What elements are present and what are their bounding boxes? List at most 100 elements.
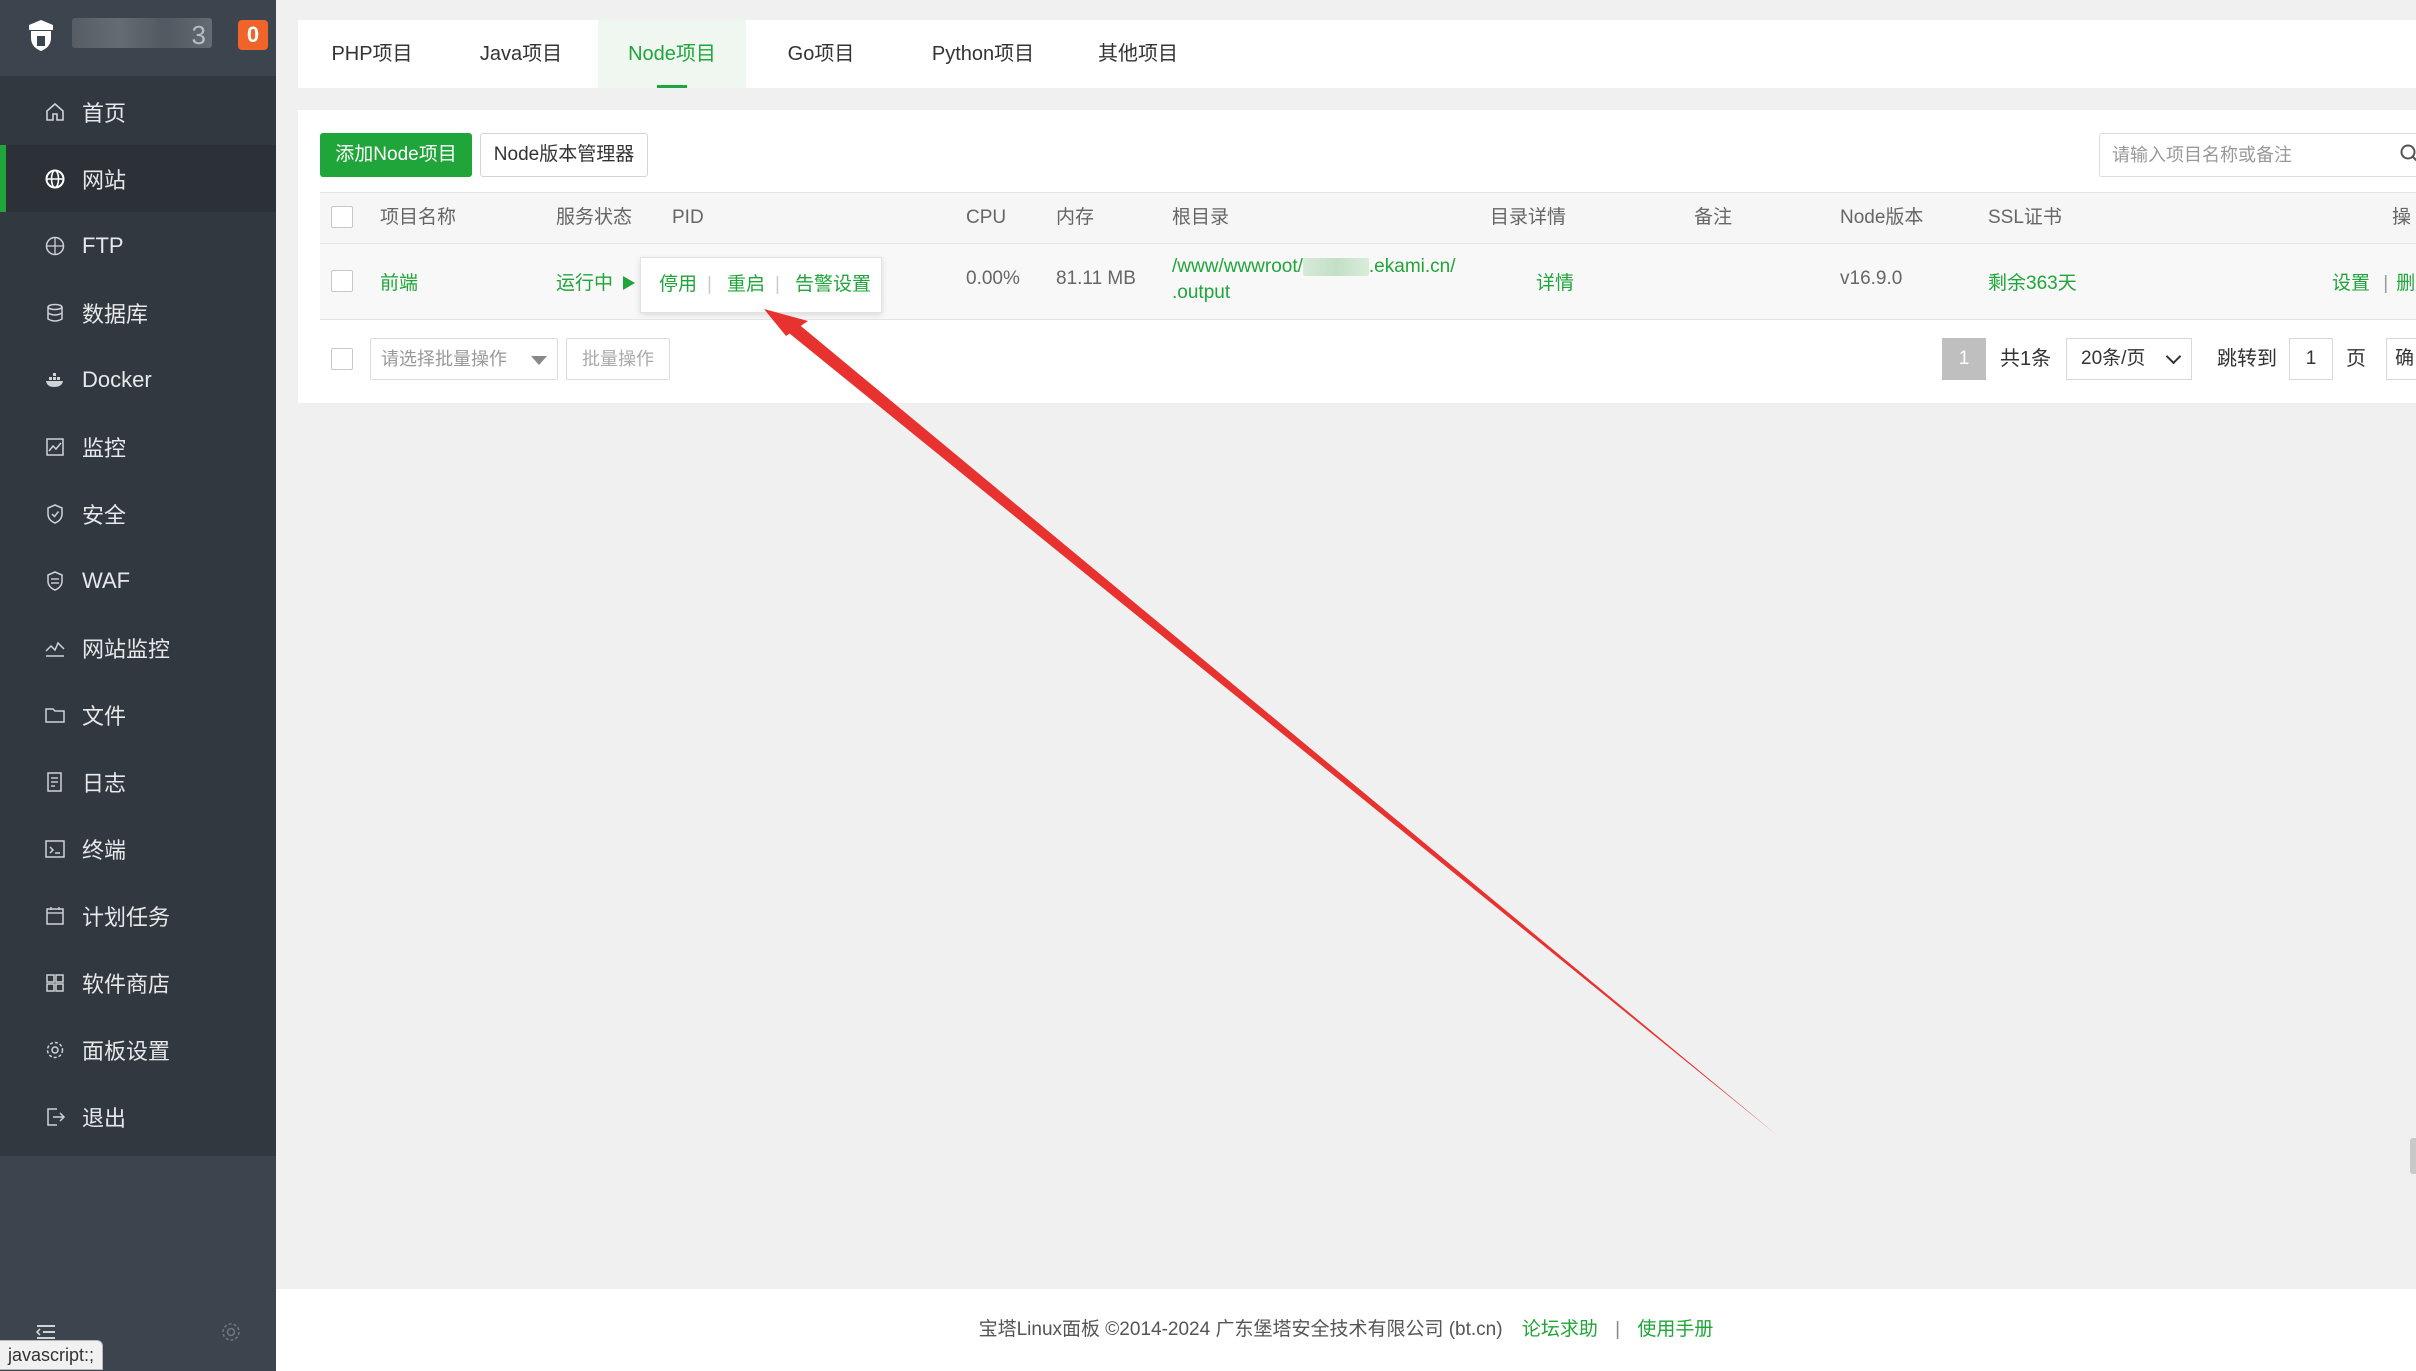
col-dir-detail: 目录详情 [1490, 207, 1567, 228]
node-version-manager-button[interactable]: Node版本管理器 [480, 133, 648, 177]
ssl-remaining-link[interactable]: 剩余363天 [1988, 268, 2077, 295]
delete-link[interactable]: 删 [2396, 273, 2415, 294]
sidebar-item-website[interactable]: 网站 [0, 145, 276, 212]
sidebar-item-label: 安全 [82, 502, 127, 528]
monitor-icon [44, 436, 66, 458]
sidebar-item-label: Docker [82, 366, 152, 392]
chevron-down-icon [2165, 348, 2182, 365]
tab-go[interactable]: Go项目 [746, 20, 896, 88]
sidebar-item-label: WAF [82, 567, 131, 593]
sidebar-item-security[interactable]: 安全 [0, 480, 276, 547]
tab-php[interactable]: PHP项目 [298, 20, 446, 88]
sidebar-item-logout[interactable]: 退出 [0, 1083, 276, 1150]
log-icon [44, 771, 66, 793]
sidebar-item-settings[interactable]: 面板设置 [0, 1016, 276, 1083]
root-path-link[interactable]: /www/wwwroot/ .ekami.cn/ .output [1172, 254, 1456, 306]
sidebar-item-label: 文件 [82, 703, 127, 729]
page-unit-label: 页 [2346, 348, 2366, 370]
memory-value: 81.11 MB [1056, 268, 1136, 289]
tab-other[interactable]: 其他项目 [1068, 20, 1208, 88]
footer-select-all-checkbox[interactable] [331, 348, 353, 370]
jump-confirm-button[interactable]: 确 [2386, 338, 2416, 380]
row-actions: 设置 | 删 [2332, 268, 2415, 295]
root-path-prefix: /www/wwwroot/ [1172, 256, 1303, 277]
sidebar-item-home[interactable]: 首页 [0, 78, 276, 145]
search-input[interactable]: 请输入项目名称或备注 [2099, 133, 2416, 177]
root-path-suffix: .ekami.cn/ [1368, 256, 1456, 277]
docker-icon [44, 369, 66, 391]
ftp-globe-icon [44, 235, 66, 257]
col-pid: PID [672, 207, 704, 228]
tab-java[interactable]: Java项目 [446, 20, 596, 88]
action-separator: | [2383, 273, 2389, 294]
sidebar-item-label: 面板设置 [82, 1038, 171, 1064]
col-node-version: Node版本 [1840, 207, 1924, 228]
jump-to-label: 跳转到 [2217, 348, 2277, 370]
sidebar-item-ftp[interactable]: FTP [0, 212, 276, 279]
pagination-current-page[interactable]: 1 [1942, 338, 1986, 380]
col-ssl: SSL证书 [1988, 207, 2062, 228]
sidebar-item-store[interactable]: 软件商店 [0, 949, 276, 1016]
manual-link[interactable]: 使用手册 [1637, 1319, 1713, 1340]
tab-node[interactable]: Node项目 [598, 20, 746, 88]
terminal-icon [44, 838, 66, 860]
page-size-value: 20条/页 [2081, 348, 2146, 369]
sidebar-item-site-monitor[interactable]: 网站监控 [0, 614, 276, 681]
service-status[interactable]: 运行中 [556, 268, 636, 295]
sidebar-item-monitor[interactable]: 监控 [0, 413, 276, 480]
sidebar-item-label: 终端 [82, 837, 127, 863]
batch-operation-button[interactable]: 批量操作 [566, 338, 670, 380]
pagination-total: 共1条 [2000, 348, 2052, 370]
stop-service-button[interactable]: 停用 [659, 258, 697, 312]
sidebar-item-label: 网站监控 [82, 636, 171, 662]
page-size-select[interactable]: 20条/页 [2066, 338, 2192, 380]
forum-link[interactable]: 论坛求助 [1522, 1319, 1598, 1340]
page-footer: 宝塔Linux面板 ©2014-2024 广东堡塔安全技术有限公司 (bt.cn… [276, 1289, 2416, 1371]
status-running-text: 运行中 [556, 273, 614, 294]
sidebar-item-label: FTP [82, 232, 124, 258]
shield-icon [44, 503, 66, 525]
tab-python[interactable]: Python项目 [898, 20, 1068, 88]
sidebar-item-database[interactable]: 数据库 [0, 279, 276, 346]
sidebar-item-cron[interactable]: 计划任务 [0, 882, 276, 949]
search-icon[interactable] [2399, 143, 2416, 165]
root-path-line1: /www/wwwroot/ .ekami.cn/ [1172, 254, 1456, 280]
sidebar-item-logs[interactable]: 日志 [0, 748, 276, 815]
project-tabs: PHP项目 Java项目 Node项目 Go项目 Python项目 其他项目 [298, 20, 2416, 88]
table-header: 项目名称 服务状态 PID CPU 内存 根目录 目录详情 备注 Node版本 … [320, 192, 2416, 244]
add-node-project-button[interactable]: 添加Node项目 [320, 133, 472, 177]
sidebar-item-label: 日志 [82, 770, 127, 796]
notification-badge[interactable]: 0 [238, 20, 268, 50]
sidebar-menu: 首页 网站 FTP 数据库 Docker 监控 安全 WAF 网站监控 文件 日… [0, 76, 276, 1156]
row-checkbox[interactable] [331, 270, 353, 292]
grid-icon [44, 972, 66, 994]
calendar-icon [44, 905, 66, 927]
sidebar-header: 3 0 [0, 0, 276, 72]
copyright-text: 宝塔Linux面板 ©2014-2024 广东堡塔安全技术有限公司 (bt.cn… [978, 1319, 1503, 1340]
globe-icon [44, 168, 66, 190]
cpu-value: 0.00% [966, 268, 1020, 289]
sidebar-item-terminal[interactable]: 终端 [0, 815, 276, 882]
dir-detail-link[interactable]: 详情 [1536, 268, 1574, 295]
sidebar-item-docker[interactable]: Docker [0, 346, 276, 413]
scrollbar-edge[interactable] [2410, 1138, 2416, 1174]
main-panel: 添加Node项目 Node版本管理器 请输入项目名称或备注 项目名称 服务状态 … [298, 110, 2416, 403]
table-footer: 请选择批量操作 批量操作 1 共1条 20条/页 跳转到 1 页 确 [320, 338, 2416, 382]
sidebar-item-label: 软件商店 [82, 971, 171, 997]
home-icon [44, 101, 66, 123]
gear-icon[interactable] [219, 1320, 243, 1344]
batch-operation-select[interactable]: 请选择批量操作 [370, 338, 558, 380]
play-icon [623, 276, 636, 290]
caret-down-icon [531, 356, 547, 365]
settings-link[interactable]: 设置 [2332, 273, 2370, 294]
project-name-link[interactable]: 前端 [380, 268, 418, 295]
sidebar: 3 0 首页 网站 FTP 数据库 Docker 监控 安全 WAF 网站监控 … [0, 0, 276, 1371]
table-row: 前端 运行中 0.00% 81.11 MB /www/wwwroot/ .ekam… [320, 244, 2416, 320]
select-all-checkbox[interactable] [331, 206, 353, 228]
alert-settings-button[interactable]: 告警设置 [795, 258, 871, 312]
col-name[interactable]: 项目名称 [380, 193, 456, 243]
jump-page-input[interactable]: 1 [2289, 338, 2333, 380]
sidebar-item-waf[interactable]: WAF [0, 547, 276, 614]
sidebar-item-files[interactable]: 文件 [0, 681, 276, 748]
restart-service-button[interactable]: 重启 [727, 258, 765, 312]
